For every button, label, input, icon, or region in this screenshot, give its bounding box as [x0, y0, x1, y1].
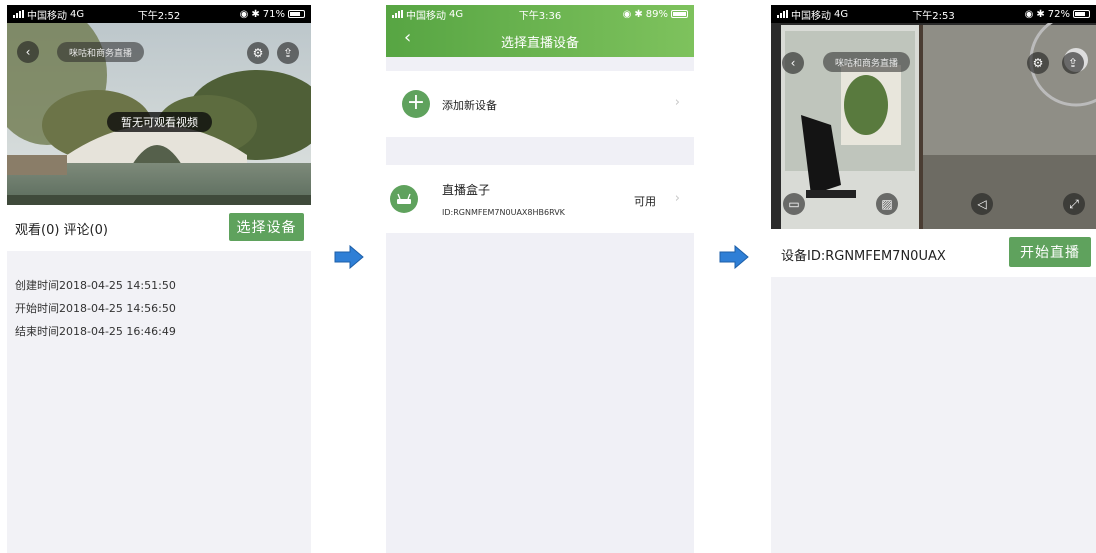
share-button[interactable]: ⇪	[277, 42, 299, 64]
flow-arrow-icon	[334, 245, 364, 269]
bluetooth-icon: ✱	[251, 8, 260, 20]
device-id: ID:RGNMFEM7N0UAX8HB6RVK	[442, 208, 565, 217]
fullscreen-button[interactable]: ⤢	[1063, 193, 1085, 215]
bluetooth-icon: ✱	[1036, 8, 1045, 20]
no-video-overlay: 暂无可观看视频	[107, 112, 212, 132]
share-button[interactable]: ⇪	[1062, 52, 1084, 74]
share-icon: ⇪	[282, 46, 294, 60]
image-icon: ▨	[881, 197, 893, 211]
router-icon	[390, 185, 418, 213]
stream-title-chip: 咪咕和商务直播	[57, 42, 145, 62]
scenery-image	[7, 5, 311, 205]
back-icon: ‹	[790, 56, 796, 70]
gear-icon: ⚙	[1032, 56, 1044, 70]
snapshot-button[interactable]: ▨	[876, 193, 898, 215]
camera-preview: ‹ 咪咕和商务直播 ⚙ ⇪ ▭ ▨ ◁ ⤢	[771, 5, 1096, 229]
device-status: 可用	[634, 195, 656, 208]
page-title: 选择直播设备	[500, 36, 579, 51]
gear-icon: ⚙	[252, 46, 264, 60]
status-bar: 中国移动 4G 下午2:53 ◉ ✱ 72%	[771, 5, 1096, 23]
settings-button[interactable]: ⚙	[247, 42, 269, 64]
alarm-icon: ◉	[622, 8, 632, 20]
speaker-icon: ◁	[977, 197, 987, 211]
stream-detail-screen: ‹ 咪咕和商务直播 ⚙ ⇪ 暂无可观看视频 中国移动 4G 下午2:52 ◉ ✱ 71…	[7, 5, 311, 553]
device-name: 直播盒子	[442, 183, 491, 197]
camera-image	[771, 5, 1096, 229]
select-device-button[interactable]: 选择设备	[229, 213, 304, 241]
alarm-icon: ◉	[1024, 8, 1034, 20]
select-device-screen: 中国移动 4G 下午3:36 ◉ ✱ 89% ‹ 选择直播设备 + 添加新设备 › 直…	[386, 5, 694, 553]
stats-row: 观看(0) 评论(0) 选择设备	[7, 205, 311, 251]
add-icon: +	[402, 90, 430, 118]
battery-icon	[671, 10, 689, 18]
bluetooth-icon: ✱	[634, 8, 643, 20]
start-time: 开始时间2018-04-25 14:56:50	[15, 302, 176, 315]
signal-icon	[777, 10, 788, 18]
battery-icon	[1072, 10, 1090, 18]
back-button[interactable]: ‹	[782, 52, 804, 74]
add-device-row[interactable]: + 添加新设备 ›	[386, 71, 694, 137]
back-icon: ‹	[25, 45, 31, 59]
back-button[interactable]: ‹	[17, 41, 39, 63]
screenshot-stage: ‹ 咪咕和商务直播 ⚙ ⇪ 暂无可观看视频 中国移动 4G 下午2:52 ◉ ✱ 71…	[0, 0, 1096, 553]
device-id-row: 设备ID:RGNMFEM7N0UAX 开始直播	[771, 229, 1096, 277]
signal-icon	[13, 10, 24, 18]
signal-icon	[392, 10, 403, 18]
settings-button[interactable]: ⚙	[1027, 52, 1049, 74]
end-time: 结束时间2018-04-25 16:46:49	[15, 325, 176, 338]
created-time: 创建时间2018-04-25 14:51:50	[15, 279, 176, 292]
live-preview-screen: ‹ 咪咕和商务直播 ⚙ ⇪ ▭ ▨ ◁ ⤢ 中国移动 4G 下午2:53 ◉ ✱ 72…	[771, 5, 1096, 553]
alarm-icon: ◉	[239, 8, 249, 20]
start-live-button[interactable]: 开始直播	[1009, 237, 1091, 267]
fullscreen-icon: ⤢	[1069, 196, 1079, 211]
chevron-right-icon: ›	[674, 191, 680, 206]
camera-toggle-button[interactable]: ▭	[783, 193, 805, 215]
stream-title-chip: 咪咕和商务直播	[823, 52, 911, 72]
status-bar: 中国移动 4G 下午3:36 ◉ ✱ 89%	[386, 5, 694, 23]
status-bar: 中国移动 4G 下午2:52 ◉ ✱ 71%	[7, 5, 311, 23]
chevron-right-icon: ›	[674, 95, 680, 110]
battery-icon	[287, 10, 305, 18]
video-camera-icon: ▭	[788, 197, 800, 211]
nav-header: 中国移动 4G 下午3:36 ◉ ✱ 89% ‹ 选择直播设备	[386, 5, 694, 57]
share-icon: ⇪	[1067, 56, 1079, 70]
view-comment-stats: 观看(0) 评论(0)	[15, 223, 108, 238]
flow-arrow-icon	[719, 245, 749, 269]
device-row[interactable]: 直播盒子 ID:RGNMFEM7N0UAX8HB6RVK 可用 ›	[386, 165, 694, 233]
volume-button[interactable]: ◁	[971, 193, 993, 215]
add-device-label: 添加新设备	[442, 99, 497, 112]
device-id-label: 设备ID:RGNMFEM7N0UAX	[781, 249, 946, 264]
video-preview: ‹ 咪咕和商务直播 ⚙ ⇪ 暂无可观看视频	[7, 5, 311, 205]
